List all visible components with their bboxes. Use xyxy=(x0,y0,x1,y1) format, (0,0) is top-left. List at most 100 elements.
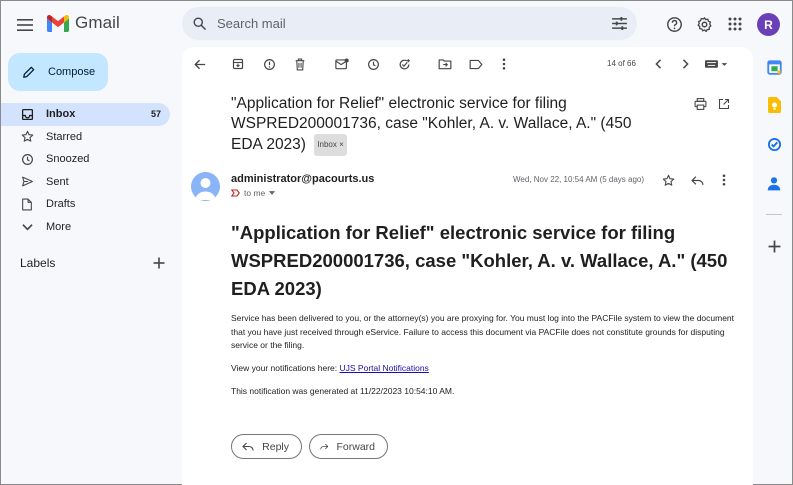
sidebar-item-snoozed[interactable]: Snoozed xyxy=(1,148,171,171)
reply-label: Reply xyxy=(262,440,289,453)
forward-label: Forward xyxy=(336,440,375,453)
sidebar-item-label: Snoozed xyxy=(46,153,90,166)
print-icon xyxy=(694,98,706,110)
report-icon xyxy=(263,58,275,70)
report-spam-button[interactable] xyxy=(260,55,278,73)
mail-unread-icon xyxy=(335,58,349,70)
support-button[interactable] xyxy=(663,13,685,35)
back-button[interactable] xyxy=(191,55,209,73)
help-icon xyxy=(666,16,682,32)
recipient-details[interactable]: to me xyxy=(231,188,276,198)
sidebar-item-more[interactable]: More xyxy=(1,216,171,239)
snooze-button[interactable] xyxy=(364,55,382,73)
newer-button[interactable] xyxy=(649,55,667,73)
contacts-icon xyxy=(767,176,781,190)
search-input[interactable]: Search mail xyxy=(217,16,612,31)
star-icon xyxy=(21,131,33,143)
plus-icon[interactable] xyxy=(153,257,165,269)
star-button[interactable] xyxy=(659,171,677,189)
main-menu-button[interactable] xyxy=(11,11,39,39)
gear-icon xyxy=(696,16,712,32)
sidebar-item-drafts[interactable]: Drafts xyxy=(1,193,171,216)
account-avatar[interactable]: R xyxy=(757,13,780,36)
older-button[interactable] xyxy=(676,55,694,73)
sidebar-item-label: Starred xyxy=(46,130,83,143)
hamburger-icon xyxy=(17,19,33,31)
chevron-left-icon xyxy=(654,59,661,69)
labels-button[interactable] xyxy=(467,55,485,73)
search-options-icon[interactable] xyxy=(612,17,627,30)
delete-button[interactable] xyxy=(291,55,309,73)
add-to-tasks-button[interactable] xyxy=(395,55,413,73)
inbox-label-text: Inbox xyxy=(317,140,337,149)
inbox-unread-count: 57 xyxy=(150,109,161,120)
folder-move-icon xyxy=(438,59,452,70)
move-to-button[interactable] xyxy=(436,55,454,73)
print-all-button[interactable] xyxy=(691,95,709,113)
pencil-icon xyxy=(23,66,35,78)
sidebar-item-inbox[interactable]: Inbox 57 xyxy=(1,103,170,126)
reply-button[interactable]: Reply xyxy=(231,434,302,459)
labels-section: Labels xyxy=(20,256,165,270)
sender-avatar xyxy=(191,172,220,201)
app-name: Gmail xyxy=(75,13,120,32)
more-actions-button[interactable] xyxy=(495,55,513,73)
reply-icon xyxy=(690,175,704,185)
close-icon[interactable]: × xyxy=(339,140,344,149)
draft-icon xyxy=(22,198,32,211)
message-pager: 14 of 66 xyxy=(607,59,636,68)
chevron-down-icon xyxy=(21,223,33,231)
email-subject-text: "Application for Relief" electronic serv… xyxy=(231,95,632,153)
person-icon xyxy=(195,178,216,200)
archive-button[interactable] xyxy=(229,55,247,73)
important-marker-icon[interactable] xyxy=(231,189,240,197)
calendar-app-button[interactable] xyxy=(765,58,783,76)
apps-grid-icon xyxy=(728,17,742,31)
settings-button[interactable] xyxy=(693,13,715,35)
forward-icon xyxy=(320,443,329,450)
plus-icon xyxy=(768,240,780,252)
chevron-right-icon xyxy=(682,59,689,69)
message-more-button[interactable] xyxy=(715,171,733,189)
body-paragraph-generated: This notification was generated at 11/22… xyxy=(231,386,455,396)
apps-button[interactable] xyxy=(724,13,746,35)
body-heading: "Application for Relief" electronic serv… xyxy=(231,222,728,299)
forward-button[interactable]: Forward xyxy=(309,434,388,459)
compose-label: Compose xyxy=(48,66,96,78)
reply-button-header[interactable] xyxy=(688,171,706,189)
body-paragraph-service: Service has been delivered to you, or th… xyxy=(231,313,735,350)
keep-icon xyxy=(767,97,781,113)
clock-icon xyxy=(367,58,379,70)
sidebar-item-sent[interactable]: Sent xyxy=(1,171,171,194)
sender-address[interactable]: administrator@pacourts.us xyxy=(231,173,374,185)
more-vert-icon xyxy=(502,58,506,70)
gmail-logo[interactable]: Gmail xyxy=(47,13,120,33)
compose-button[interactable]: Compose xyxy=(8,53,108,91)
sidebar-item-label: More xyxy=(46,220,72,233)
search-icon[interactable] xyxy=(192,16,207,31)
mark-unread-button[interactable] xyxy=(333,55,351,73)
open-new-window-button[interactable] xyxy=(715,95,733,113)
recipient-text: to me xyxy=(244,188,266,198)
tasks-app-button[interactable] xyxy=(765,135,783,153)
keyboard-icon xyxy=(705,60,728,68)
search-bar[interactable]: Search mail xyxy=(182,7,637,40)
keep-app-button[interactable] xyxy=(765,96,783,114)
send-icon xyxy=(21,176,33,187)
archive-icon xyxy=(232,58,244,70)
inbox-label-chip[interactable]: Inbox × xyxy=(314,134,347,156)
body-paragraph-notifications: View your notifications here: UJS Portal… xyxy=(231,362,741,376)
get-addons-button[interactable] xyxy=(765,237,783,255)
input-tools-button[interactable] xyxy=(704,55,730,73)
sidebar-item-label: Inbox xyxy=(46,108,76,121)
contacts-app-button[interactable] xyxy=(765,174,783,192)
sidebar-nav: Inbox 57 Starred Snoozed Sent Drafts Mor… xyxy=(1,103,171,238)
tasks-icon xyxy=(767,137,781,151)
email-subject: "Application for Relief" electronic serv… xyxy=(231,94,651,156)
sidebar-item-starred[interactable]: Starred xyxy=(1,126,171,149)
label-icon xyxy=(469,59,483,69)
gmail-m-icon xyxy=(47,14,69,32)
ujs-portal-link[interactable]: UJS Portal Notifications xyxy=(340,363,429,373)
calendar-icon xyxy=(766,59,782,75)
star-icon xyxy=(662,174,674,186)
